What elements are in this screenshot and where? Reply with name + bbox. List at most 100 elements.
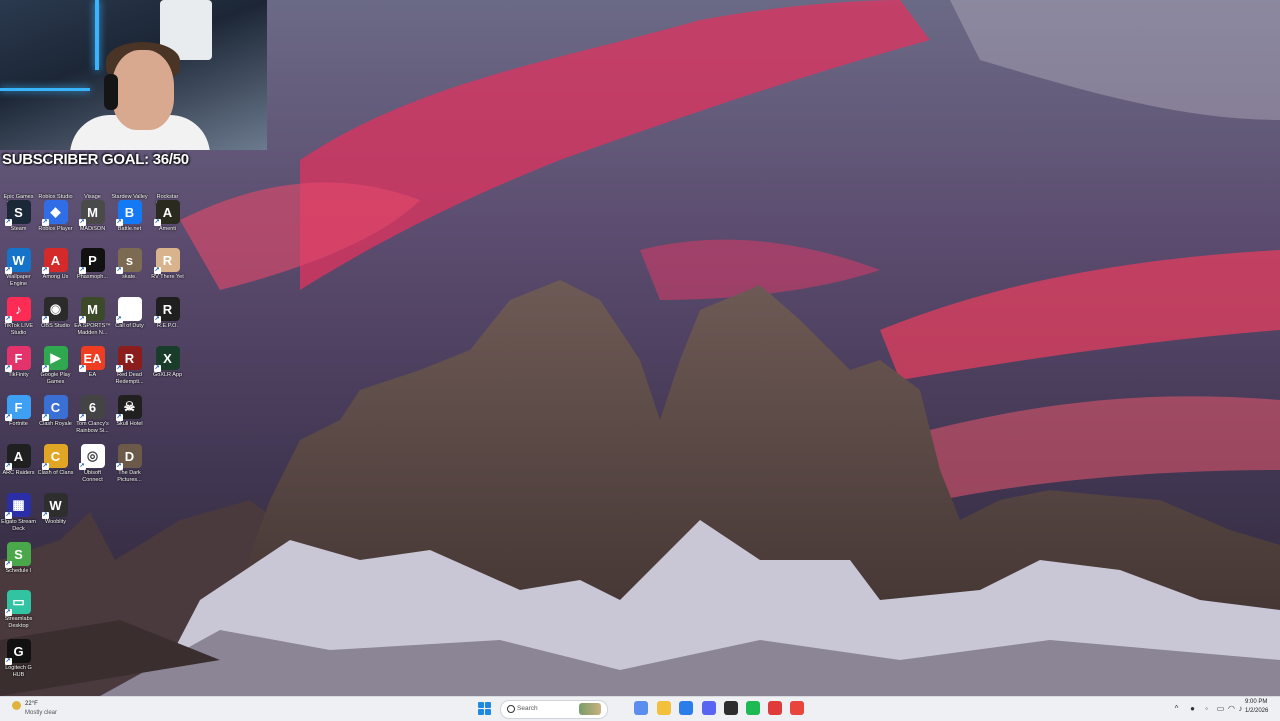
desktop-icon-label: Tom Clancy's Rainbow Si... — [76, 421, 109, 434]
network-icon[interactable]: ◠ — [1227, 704, 1236, 713]
shortcut-arrow-icon: ↗ — [115, 414, 123, 421]
shortcut-arrow-icon: ↗ — [4, 463, 12, 470]
phasmophobia-icon: P ↗ — [78, 248, 105, 274]
terminal-app-icon[interactable] — [724, 701, 738, 715]
desktop-icon[interactable]: C ↗ Clash Royale — [37, 395, 74, 428]
madden-icon: M ↗ — [78, 297, 105, 323]
chrome-app-icon[interactable] — [790, 701, 804, 715]
roblox-icon: ◆ ↗ — [41, 200, 68, 226]
start-button[interactable] — [478, 702, 491, 715]
desktop-icon[interactable]: ♪ ↗ TikTok LIVE Studio — [0, 297, 37, 336]
weather-temp: 22°F — [25, 701, 38, 707]
subscriber-goal-text: SUBSCRIBER GOAL: 36/50 — [2, 151, 189, 168]
tikfinity-icon: F ↗ — [4, 346, 31, 372]
desktop-icon[interactable]: R↗Roblox Studio — [37, 168, 74, 201]
volume-icon[interactable]: ♪ — [1236, 704, 1245, 713]
desktop-icon-label: Wallpaper Engine — [6, 274, 31, 287]
stream-deck-icon: ▦ ↗ — [4, 493, 31, 519]
desktop-icon[interactable]: W ↗ Wallpaper Engine — [0, 248, 37, 287]
desktop-icon-label: Logitech G HUB — [5, 665, 32, 678]
chevron-up-icon[interactable]: ^ — [1172, 704, 1181, 713]
clock-time[interactable]: 9:00 PM — [1245, 699, 1267, 705]
desktop-icon[interactable]: R ↗ RV There Yet — [149, 248, 186, 281]
desktop-icon[interactable]: M ↗ MADiSON — [74, 200, 111, 233]
display-icon[interactable]: ▭ — [1216, 704, 1225, 713]
desktop-icon[interactable]: G ↗ Logitech G HUB — [0, 639, 37, 678]
desktop-icon-label: GoXLR App — [152, 372, 183, 378]
file-explorer-app-icon[interactable] — [657, 701, 671, 715]
desktop-icon[interactable]: ↗ Call of Duty — [111, 297, 148, 330]
desktop-icon-label: Phasmoph... — [77, 274, 108, 280]
desktop-icon-label: Battle.net — [117, 226, 142, 232]
desktop-icon[interactable]: ◆ ↗ Roblox Player — [37, 200, 74, 233]
desktop-icon[interactable]: EA ↗ EA — [74, 346, 111, 379]
shortcut-arrow-icon: ↗ — [153, 219, 161, 226]
desktop-icon-label: Red Dead Redempti... — [115, 372, 144, 385]
desktop-icon[interactable]: F ↗ Fortnite — [0, 395, 37, 428]
desktop-icon[interactable]: M ↗ EA SPORTS™ Madden N... — [74, 297, 111, 336]
shortcut-arrow-icon: ↗ — [78, 414, 86, 421]
discord-app-icon[interactable] — [702, 701, 716, 715]
spotify-app-icon[interactable] — [746, 701, 760, 715]
desktop-icon[interactable]: A ↗ Amenti — [149, 200, 186, 233]
desktop-icon[interactable]: ◎ ↗ Ubisoft Connect — [74, 444, 111, 483]
rainbow-six-icon: 6 ↗ — [78, 395, 105, 421]
desktop-icon[interactable]: A ↗ Among Us — [37, 248, 74, 281]
file-icon: ↗ — [115, 297, 142, 323]
weather-icon — [12, 701, 21, 710]
desktop-icon[interactable]: S ↗ Schedule I — [0, 542, 37, 575]
shortcut-arrow-icon: ↗ — [115, 219, 123, 226]
desktop-icon[interactable]: W ↗ Wooblity — [37, 493, 74, 526]
shortcut-arrow-icon: ↗ — [4, 267, 12, 274]
shortcut-arrow-icon: ↗ — [115, 267, 123, 274]
obs-icon: ◉ ↗ — [41, 297, 68, 323]
desktop-icon[interactable]: 6 ↗ Tom Clancy's Rainbow Si... — [74, 395, 111, 434]
desktop-icon[interactable]: F ↗ TikFinity — [0, 346, 37, 379]
desktop-icon[interactable]: ▶ ↗ Google Play Games — [37, 346, 74, 385]
microphone-icon[interactable]: ● — [1188, 704, 1197, 713]
desktop-icon[interactable]: s ↗ skate. — [111, 248, 148, 281]
shortcut-arrow-icon: ↗ — [41, 365, 49, 372]
desktop-icon[interactable]: B ↗ Battle.net — [111, 200, 148, 233]
desktop-icon[interactable]: R ↗ Red Dead Redempti... — [111, 346, 148, 385]
shortcut-arrow-icon: ↗ — [41, 316, 49, 323]
shortcut-arrow-icon: ↗ — [4, 561, 12, 568]
desktop-icon[interactable]: S↗Stardew Valley — [111, 168, 148, 201]
shortcut-arrow-icon: ↗ — [153, 365, 161, 372]
desktop-icon[interactable]: ◉ ↗ OBS Studio — [37, 297, 74, 330]
fortnite-icon: F ↗ — [4, 395, 31, 421]
store-app-icon[interactable] — [679, 701, 693, 715]
shortcut-arrow-icon: ↗ — [78, 463, 86, 470]
shortcut-arrow-icon: ↗ — [4, 219, 12, 226]
desktop-icon-label: Elgato Stream Deck — [1, 519, 36, 532]
shortcut-arrow-icon: ↗ — [41, 463, 49, 470]
red-dead-icon: R ↗ — [115, 346, 142, 372]
steam-icon: S ↗ — [4, 200, 31, 226]
desktop-icon[interactable]: A ↗ ARC Raiders — [0, 444, 37, 477]
roblox-app-icon[interactable] — [768, 701, 782, 715]
desktop-icon-label: Skull Hotel — [116, 421, 143, 427]
desktop-icon[interactable]: D ↗ The Dark Pictures... — [111, 444, 148, 483]
clash-royale-icon: C ↗ — [41, 395, 68, 421]
copilot-app-icon[interactable] — [634, 701, 648, 715]
goxlr-icon: X ↗ — [153, 346, 180, 372]
desktop-icon[interactable]: C ↗ Clash of Clans — [37, 444, 74, 477]
webcam-overlay — [0, 0, 267, 150]
desktop-icon[interactable]: ▭ ↗ Streamlabs Desktop — [0, 590, 37, 629]
notification-icon[interactable]: ◦ — [1202, 704, 1211, 713]
desktop-icon[interactable]: V↗Visage — [74, 168, 111, 201]
desktop-icon[interactable]: P ↗ Phasmoph... — [74, 248, 111, 281]
desktop-icon[interactable]: S ↗ Steam — [0, 200, 37, 233]
desktop-icon[interactable]: ▦ ↗ Elgato Stream Deck — [0, 493, 37, 532]
desktop-icon[interactable]: ☠ ↗ Skull Hotel — [111, 395, 148, 428]
clock-date[interactable]: 1/2/2026 — [1245, 708, 1268, 714]
shortcut-arrow-icon: ↗ — [153, 316, 161, 323]
shortcut-arrow-icon: ↗ — [115, 316, 123, 323]
desktop-icon[interactable]: X ↗ GoXLR App — [149, 346, 186, 379]
taskbar-search[interactable]: Search — [500, 700, 608, 719]
desktop-icon-label: The Dark Pictures... — [117, 470, 142, 483]
shortcut-arrow-icon: ↗ — [78, 365, 86, 372]
wallpaper-engine-icon: W ↗ — [4, 248, 31, 274]
desktop-icon-label: skate. — [122, 274, 137, 280]
desktop-icon[interactable]: R ↗ R.E.P.O. — [149, 297, 186, 330]
